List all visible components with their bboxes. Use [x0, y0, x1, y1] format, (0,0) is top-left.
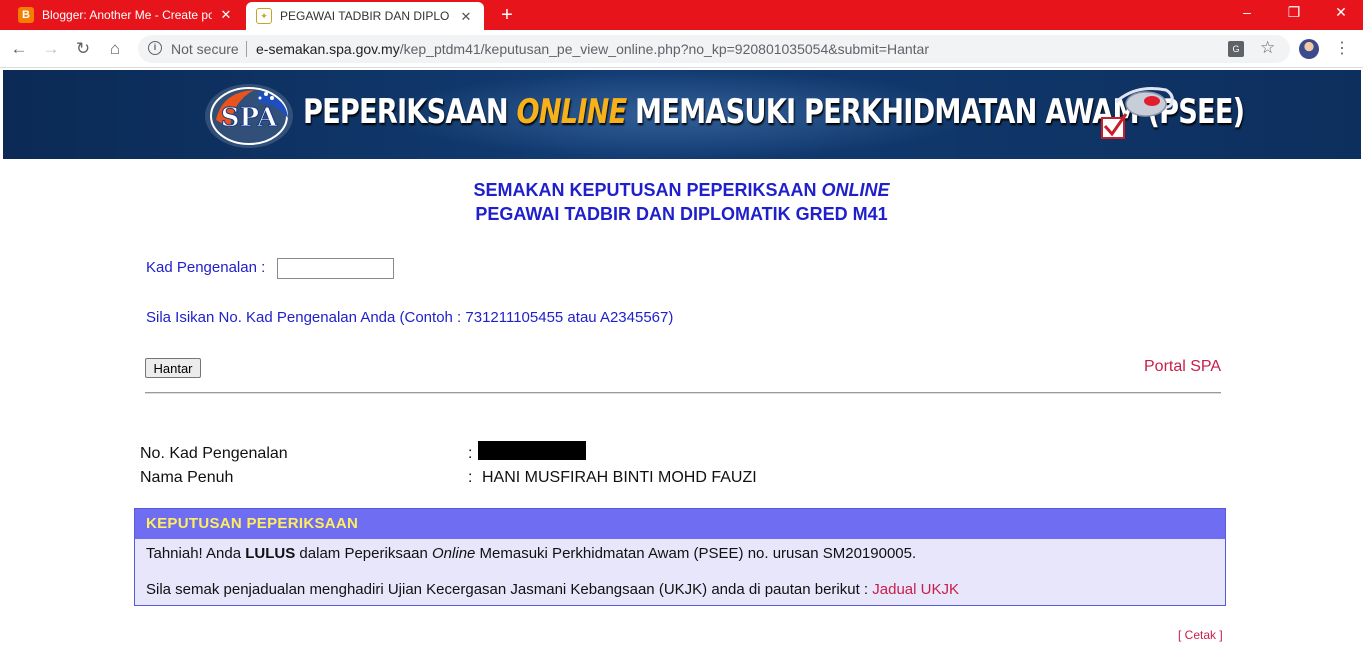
full-name-value: HANI MUSFIRAH BINTI MOHD FAUZI: [482, 469, 757, 486]
banner-title-online: ONLINE: [516, 92, 628, 132]
close-window-button[interactable]: ✕: [1326, 4, 1356, 21]
redacted-ic-number: [478, 441, 586, 460]
address-bar[interactable]: i Not secure e-semakan.spa.gov.my/kep_pt…: [138, 35, 1290, 63]
print-bracket-close: ]: [1216, 628, 1223, 642]
bookmark-star-icon[interactable]: ☆: [1260, 38, 1275, 58]
blogger-icon: B: [18, 7, 34, 23]
url-host: e-semakan.spa.gov.my: [256, 41, 400, 57]
back-button[interactable]: ←: [9, 39, 29, 59]
browser-toolbar: ← → ↻ ⌂ i Not secure e-semakan.spa.gov.m…: [0, 30, 1363, 68]
print-control: [ Cetak ]: [1178, 628, 1223, 642]
profile-avatar[interactable]: [1299, 39, 1319, 59]
result-message-mid: dalam Peperiksaan: [295, 545, 433, 562]
kad-pengenalan-hint: Sila Isikan No. Kad Pengenalan Anda (Con…: [146, 309, 674, 326]
kad-pengenalan-input[interactable]: [277, 258, 394, 279]
close-tab-icon[interactable]: ✕: [218, 7, 234, 23]
result-message-start: Tahniah! Anda: [146, 545, 246, 562]
security-label[interactable]: Not secure: [171, 41, 239, 57]
browser-menu-icon[interactable]: ⋮: [1334, 38, 1350, 58]
full-name-label: Nama Penuh: [140, 469, 234, 486]
new-tab-button[interactable]: +: [496, 4, 518, 27]
tab-blogger[interactable]: B Blogger: Another Me - Create po ✕: [8, 0, 244, 30]
close-tab-icon[interactable]: ✕: [458, 9, 474, 25]
logo-text: SPA: [221, 103, 278, 133]
hantar-button[interactable]: Hantar: [145, 358, 201, 378]
tab-title: PEGAWAI TADBIR DAN DIPLOMA: [280, 9, 450, 23]
divider: [145, 392, 1221, 394]
tab-title: Blogger: Another Me - Create po: [42, 8, 212, 22]
page-title-line-1-start: SEMAKAN KEPUTUSAN PEPERIKSAAN: [473, 180, 822, 200]
spa-crest-icon: ✦: [256, 8, 272, 24]
cetak-link[interactable]: Cetak: [1185, 628, 1216, 642]
page-title-line-2: PEGAWAI TADBIR DAN DIPLOMATIK GRED M41: [475, 204, 888, 224]
banner-title-start: PEPERIKSAAN: [303, 92, 517, 132]
home-button[interactable]: ⌂: [105, 39, 125, 59]
url-path: /kep_ptdm41/keputusan_pe_view_online.php…: [399, 41, 930, 57]
reload-button[interactable]: ↻: [73, 39, 93, 59]
page-title: SEMAKAN KEPUTUSAN PEPERIKSAAN ONLINE PEG…: [0, 178, 1363, 226]
page-title-line-1: SEMAKAN KEPUTUSAN PEPERIKSAAN ONLINE: [0, 178, 1363, 202]
full-name-colon: :: [468, 469, 473, 486]
result-status: LULUS: [245, 545, 296, 562]
result-message: Tahniah! Anda LULUS dalam Peperiksaan On…: [146, 545, 916, 562]
separator: [246, 41, 247, 57]
portal-spa-link[interactable]: Portal SPA: [1144, 358, 1221, 376]
ic-number-label: No. Kad Pengenalan: [140, 445, 288, 462]
ic-number-colon: :: [468, 445, 473, 462]
result-panel: KEPUTUSAN PEPERIKSAAN Tahniah! Anda LULU…: [134, 508, 1226, 606]
result-message-end: Memasuki Perkhidmatan Awam (PSEE) no. ur…: [475, 545, 917, 562]
browser-title-bar: B Blogger: Another Me - Create po ✕ ✦ PE…: [0, 0, 1363, 30]
minimize-button[interactable]: –: [1232, 4, 1262, 20]
mouse-checkbox-icon: [1101, 87, 1174, 139]
kad-pengenalan-label: Kad Pengenalan :: [146, 259, 266, 276]
ukjk-message: Sila semak penjadualan menghadiri Ujian …: [146, 581, 959, 598]
forward-button[interactable]: →: [41, 39, 61, 59]
spa-logo-icon: SPA: [205, 84, 293, 148]
page-title-line-1-online: ONLINE: [821, 180, 890, 200]
ukjk-message-text: Sila semak penjadualan menghadiri Ujian …: [146, 581, 873, 598]
tab-pegawai-tadbir[interactable]: ✦ PEGAWAI TADBIR DAN DIPLOMA ✕: [246, 2, 484, 30]
jadual-ukjk-link[interactable]: Jadual UKJK: [872, 581, 959, 598]
page-banner: SPA PEPERIKSAAN ONLINE MEMASUKI PERKHIDM…: [3, 70, 1361, 159]
restore-button[interactable]: ❐: [1279, 4, 1309, 21]
translate-icon[interactable]: G: [1228, 41, 1244, 57]
info-icon[interactable]: i: [148, 41, 162, 55]
result-message-online: Online: [432, 545, 476, 562]
result-header: KEPUTUSAN PEPERIKSAAN: [135, 509, 1225, 539]
print-bracket-open: [: [1178, 628, 1185, 642]
url-text[interactable]: e-semakan.spa.gov.my/kep_ptdm41/keputusa…: [256, 41, 929, 57]
